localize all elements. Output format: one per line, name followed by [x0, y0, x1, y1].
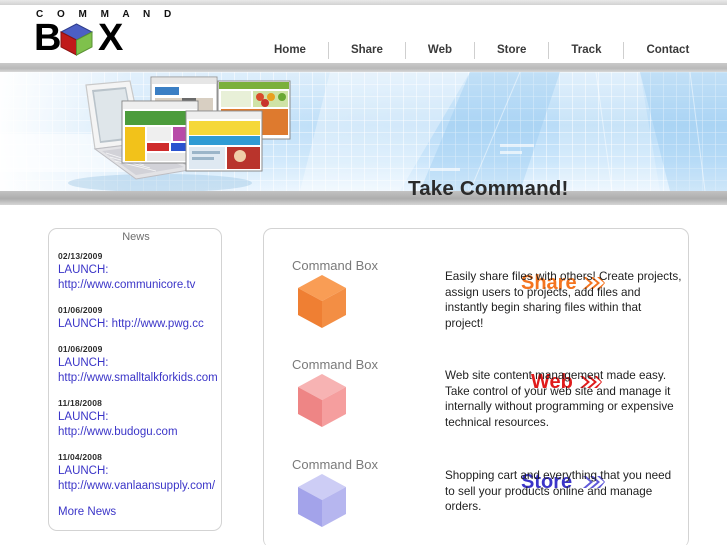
- nav-item-share[interactable]: Share: [329, 43, 405, 57]
- logo-cube-icon: [59, 23, 94, 56]
- news-link[interactable]: http://www.smalltalkforkids.com: [58, 371, 222, 386]
- news-list: 02/13/2009 LAUNCH: http://www.communicor…: [58, 250, 222, 505]
- product-share[interactable]: Command Box Share Easily share files wit…: [278, 258, 690, 354]
- nav-item-home[interactable]: Home: [252, 43, 328, 57]
- news-date: 02/13/2009: [58, 251, 103, 261]
- logo-wordmark-command: C O M M A N D: [36, 9, 177, 20]
- nav-item-contact[interactable]: Contact: [624, 43, 711, 57]
- product-description-store: Shopping cart and everything that you ne…: [445, 469, 672, 513]
- news-link[interactable]: http://www.budogu.com: [58, 425, 222, 440]
- news-link[interactable]: http://www.communicore.tv: [58, 278, 222, 293]
- list-item: 01/06/2009 LAUNCH: http://www.smalltalkf…: [58, 343, 222, 386]
- store-cube-icon: [291, 470, 353, 532]
- news-panel-title: News: [122, 231, 150, 243]
- site-logo[interactable]: C O M M A N D B X: [34, 9, 224, 57]
- list-item: 11/18/2008 LAUNCH: http://www.budogu.com: [58, 397, 222, 440]
- news-link[interactable]: LAUNCH:: [58, 263, 222, 278]
- logo-boxmark: B X: [34, 17, 224, 59]
- list-item: 11/04/2008 LAUNCH: http://www.vanlaansup…: [58, 451, 222, 494]
- nav-item-track[interactable]: Track: [549, 43, 623, 57]
- news-date: 01/06/2009: [58, 344, 103, 354]
- news-date: 11/04/2008: [58, 452, 103, 462]
- logo-letter-x: X: [98, 17, 124, 59]
- news-panel: News 02/13/2009 LAUNCH: http://www.commu…: [48, 228, 222, 531]
- more-news-link[interactable]: More News: [58, 506, 116, 518]
- news-link[interactable]: LAUNCH: http://www.pwg.cc: [58, 317, 222, 332]
- nav-item-store[interactable]: Store: [475, 43, 548, 57]
- news-date: 01/06/2009: [58, 305, 103, 315]
- list-item: 01/06/2009 LAUNCH: http://www.pwg.cc: [58, 304, 222, 332]
- product-description-share: Easily share files with others! Create p…: [445, 270, 682, 330]
- hero-banner: Take Command!: [0, 63, 727, 205]
- list-item: 02/13/2009 LAUNCH: http://www.communicor…: [58, 250, 222, 293]
- page-root: C O M M A N D B X Home Share Web Store T…: [0, 0, 727, 545]
- news-link[interactable]: LAUNCH:: [58, 410, 222, 425]
- banner-bottom-bar: [0, 191, 727, 205]
- main-navigation: Home Share Web Store Track Contact: [252, 38, 711, 62]
- logo-letter-b: B: [34, 17, 62, 59]
- nav-item-web[interactable]: Web: [406, 43, 474, 57]
- header-top-rule: [0, 0, 727, 5]
- product-description-web: Web site content management made easy. T…: [445, 369, 674, 429]
- product-web[interactable]: Command Box Web Web site content managem…: [278, 357, 690, 453]
- news-link[interactable]: LAUNCH:: [58, 356, 222, 371]
- news-link[interactable]: http://www.vanlaansupply.com/: [58, 479, 222, 494]
- banner-headline: Take Command!: [408, 177, 569, 200]
- news-date: 11/18/2008: [58, 398, 103, 408]
- news-link[interactable]: LAUNCH:: [58, 464, 222, 479]
- share-cube-icon: [291, 271, 353, 333]
- web-cube-icon: [291, 370, 353, 432]
- product-store[interactable]: Command Box Store Shopping cart and ever…: [278, 457, 690, 545]
- laptop-websites-illustration: [68, 76, 291, 192]
- site-header: C O M M A N D B X Home Share Web Store T…: [0, 0, 727, 63]
